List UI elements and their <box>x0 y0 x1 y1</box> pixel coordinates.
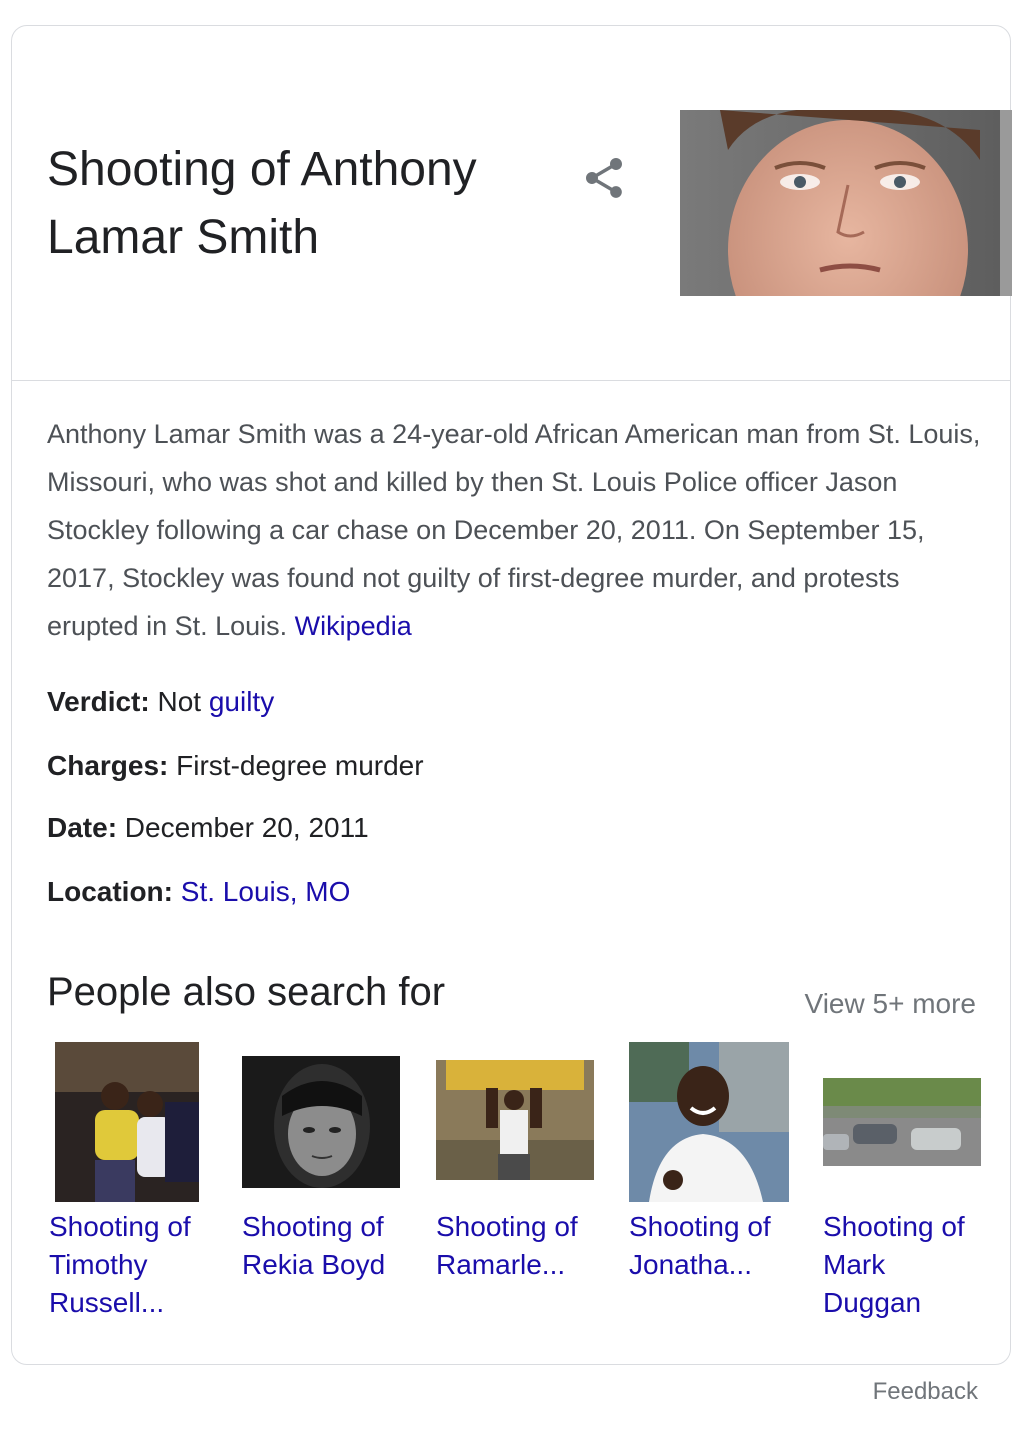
view-more-link[interactable]: View 5+ more <box>805 988 976 1020</box>
fact-charges: Charges: First-degree murder <box>47 750 424 782</box>
fact-key: Verdict: <box>47 686 150 717</box>
related-thumbnail <box>436 1060 594 1180</box>
wikipedia-link[interactable]: Wikipedia <box>295 611 412 641</box>
knowledge-panel: Shooting of Anthony Lamar Smith Anthony … <box>11 25 1012 1365</box>
fact-value: First-degree murder <box>176 750 424 781</box>
related-thumbnail <box>629 1042 789 1202</box>
panel-title: Shooting of Anthony Lamar Smith <box>47 143 477 264</box>
verdict-link[interactable]: guilty <box>209 686 274 717</box>
related-label: Shooting of Mark Duggan <box>823 1211 965 1318</box>
fact-date: Date: December 20, 2011 <box>47 812 369 844</box>
fact-verdict: Verdict: Not guilty <box>47 686 274 718</box>
related-thumbnail <box>55 1042 199 1202</box>
share-icon <box>586 158 622 198</box>
people-also-search-title: People also search for <box>47 970 446 1014</box>
portrait-image <box>680 110 1012 296</box>
share-button[interactable] <box>580 154 628 202</box>
description-text: Anthony Lamar Smith was a 24-year-old Af… <box>47 419 981 641</box>
related-label: Shooting of Jonatha... <box>629 1211 771 1280</box>
fact-key: Date: <box>47 812 118 843</box>
feedback-link[interactable]: Feedback <box>873 1378 978 1406</box>
fact-value: Not <box>157 686 202 717</box>
description: Anthony Lamar Smith was a 24-year-old Af… <box>47 410 987 650</box>
main-photo[interactable] <box>680 110 1012 296</box>
fact-value: December 20, 2011 <box>124 812 369 843</box>
related-thumbnail <box>823 1078 981 1166</box>
fact-location: Location: St. Louis, MO <box>47 876 350 908</box>
fact-key: Charges: <box>47 750 169 781</box>
related-thumbnail <box>242 1056 400 1188</box>
related-label: Shooting of Rekia Boyd <box>242 1211 386 1280</box>
fact-key: Location: <box>47 876 173 907</box>
related-label: Shooting of Timothy Russell... <box>49 1211 191 1318</box>
related-label: Shooting of Ramarle... <box>436 1211 578 1280</box>
location-link[interactable]: St. Louis, MO <box>181 876 351 907</box>
section-divider <box>12 380 1010 381</box>
